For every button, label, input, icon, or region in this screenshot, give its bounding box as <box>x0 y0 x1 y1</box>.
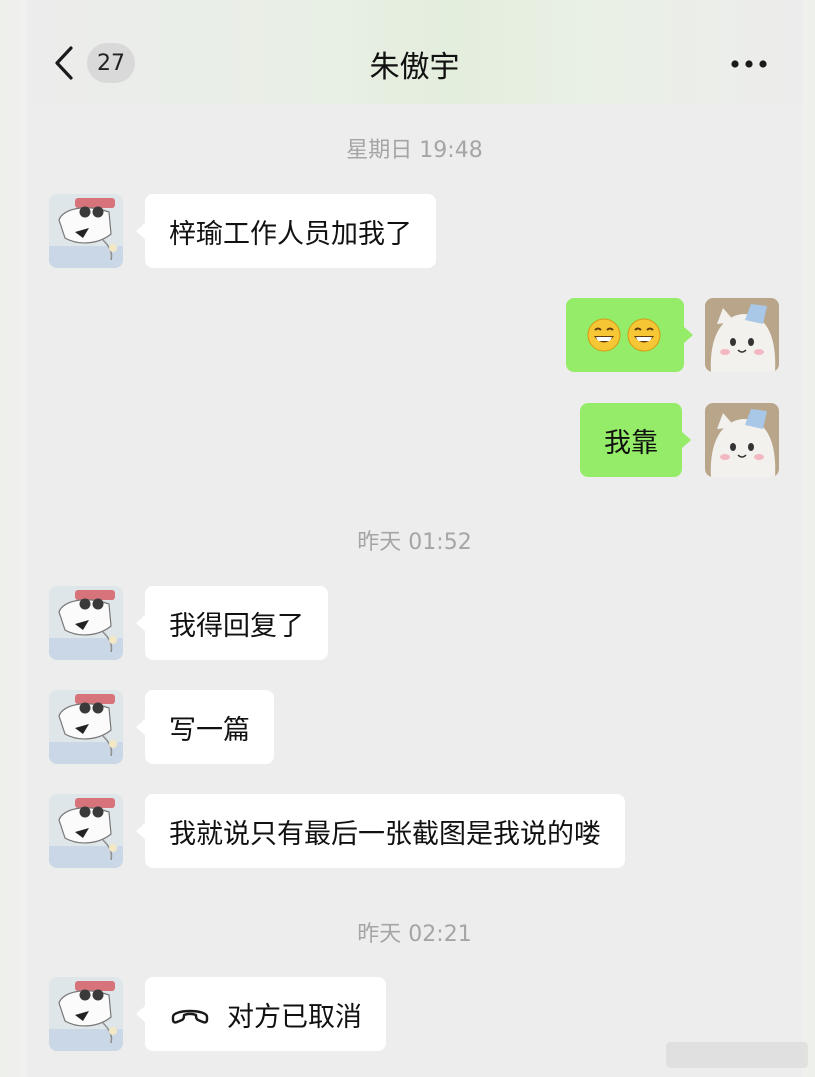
message-text: 梓瑜工作人员加我了 <box>169 218 412 250</box>
hang-up-icon <box>169 999 211 1029</box>
incoming-message-bubble[interactable]: 写一篇 <box>136 690 274 764</box>
message-text: 我就说只有最后一张截图是我说的喽 <box>169 818 601 850</box>
incoming-message-bubble[interactable]: 梓瑜工作人员加我了 <box>136 194 436 268</box>
call-record-bubble[interactable]: 对方已取消 <box>136 977 386 1051</box>
more-options-button[interactable] <box>727 50 771 78</box>
message-text: 我得回复了 <box>169 610 304 642</box>
watermark <box>666 1042 808 1068</box>
app-frame: 27 朱傲宇 星期日 19:48 梓瑜工作人员加我了 我靠 昨天 01:52 我… <box>0 0 815 1077</box>
message-text: 我靠 <box>604 427 658 459</box>
chat-header: 27 朱傲宇 <box>27 0 802 104</box>
my-avatar[interactable] <box>705 298 779 372</box>
incoming-message-bubble[interactable]: 我就说只有最后一张截图是我说的喽 <box>136 794 625 868</box>
message-text: 写一篇 <box>169 714 250 746</box>
more-dots-icon <box>731 60 767 68</box>
message-timestamp: 星期日 19:48 <box>346 138 483 163</box>
incoming-message-bubble[interactable]: 我得回复了 <box>136 586 328 660</box>
message-timestamp: 昨天 02:21 <box>357 922 472 947</box>
grinning-face-icon <box>626 317 662 353</box>
chat-title: 朱傲宇 <box>369 50 460 85</box>
contact-avatar[interactable] <box>49 690 123 764</box>
my-avatar[interactable] <box>705 403 779 477</box>
message-timestamp: 昨天 01:52 <box>357 530 472 555</box>
contact-avatar[interactable] <box>49 977 123 1051</box>
grinning-face-icon <box>586 317 622 353</box>
chat-screen: 27 朱傲宇 星期日 19:48 梓瑜工作人员加我了 我靠 昨天 01:52 我… <box>27 0 802 1077</box>
message-text: 对方已取消 <box>227 1001 362 1033</box>
outgoing-message-bubble[interactable] <box>566 298 693 372</box>
contact-avatar[interactable] <box>49 794 123 868</box>
contact-avatar[interactable] <box>49 194 123 268</box>
outgoing-message-bubble[interactable]: 我靠 <box>580 403 691 477</box>
contact-avatar[interactable] <box>49 586 123 660</box>
